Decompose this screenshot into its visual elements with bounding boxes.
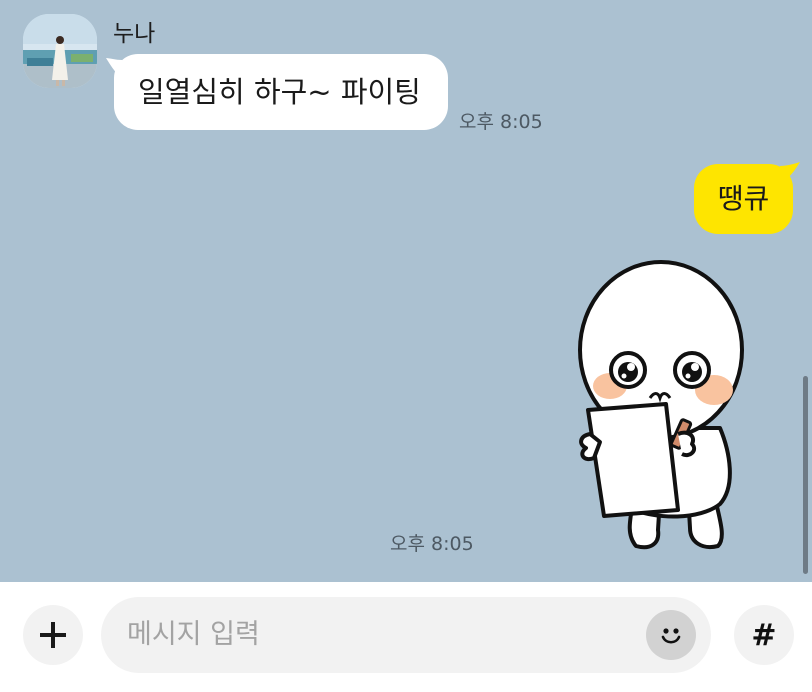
sender-name: 누나 xyxy=(113,21,156,47)
add-attachment-button[interactable] xyxy=(23,605,83,665)
incoming-message[interactable]: 일열심히 하구~ 파이팅 xyxy=(114,54,448,130)
message-time: 오후 8:05 xyxy=(390,533,474,555)
message-input[interactable]: 메시지 입력 xyxy=(101,597,711,673)
message-time: 오후 8:05 xyxy=(459,111,543,133)
hashtag-search-button[interactable]: # xyxy=(734,605,794,665)
emoji-button[interactable] xyxy=(646,610,696,660)
chat-area: 누나 일열심히 하구~ 파이팅 오후 8:05 땡큐 오후 8:05 xyxy=(0,0,812,582)
outgoing-message[interactable]: 땡큐 xyxy=(694,164,793,234)
plus-icon xyxy=(40,622,66,648)
reading-character-sticker[interactable] xyxy=(570,258,796,554)
chat-scrollbar[interactable] xyxy=(803,376,808,574)
smiley-icon xyxy=(661,628,681,644)
sender-avatar[interactable] xyxy=(23,14,97,88)
